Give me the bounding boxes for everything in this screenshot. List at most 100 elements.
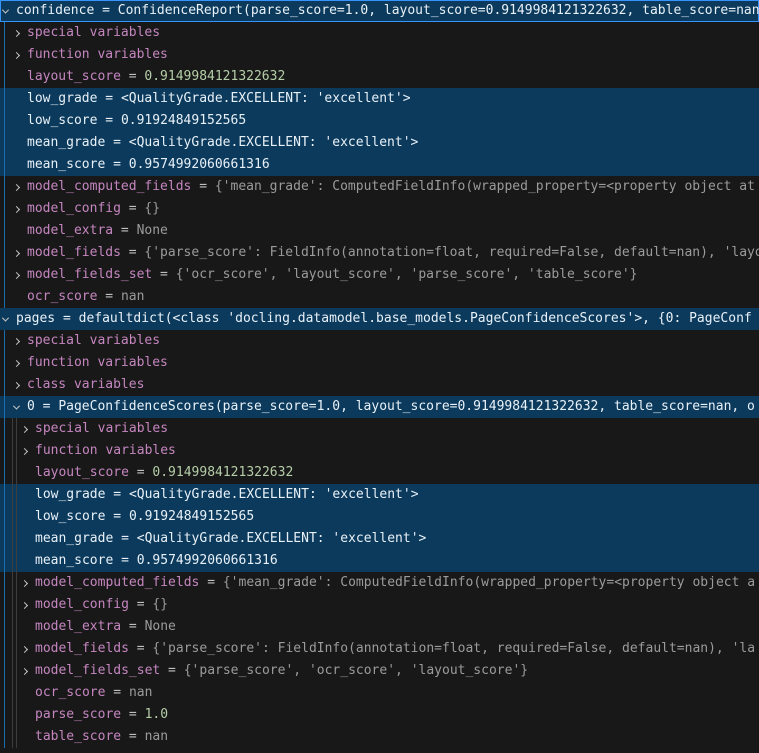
chevron-right-icon[interactable]: [19, 594, 35, 616]
indent-guide: [4, 528, 5, 550]
indent-guide: [16, 506, 17, 528]
variable-row-parse-score[interactable]: parse_score = 1.0: [0, 704, 759, 726]
variable-row-pages[interactable]: pages = defaultdict(<class 'docling.data…: [0, 308, 759, 330]
indent-spacer: [0, 165, 11, 166]
variable-row-low-score[interactable]: low_score = 0.91924849152565: [0, 110, 759, 132]
equals-sign: =: [105, 682, 128, 704]
chevron-down-icon[interactable]: [11, 396, 27, 418]
variable-name: pages: [16, 308, 55, 330]
indent-guide: [12, 594, 13, 616]
indent-spacer: [0, 143, 11, 144]
indent-guide: [4, 572, 5, 594]
variable-name: mean_score: [27, 154, 105, 176]
variable-value: nan: [129, 682, 152, 704]
chevron-glyph: [13, 249, 20, 256]
variable-row-model-computed-fields[interactable]: model_computed_fields = {'mean_grade': C…: [0, 176, 759, 198]
indent-guide: [4, 88, 5, 110]
variable-row-ocr-score[interactable]: ocr_score = nan: [0, 682, 759, 704]
variable-row-low-grade[interactable]: low_grade = <QualityGrade.EXCELLENT: 'ex…: [0, 484, 759, 506]
chevron-right-icon[interactable]: [11, 198, 27, 220]
variable-row-special-variables[interactable]: special variables: [0, 418, 759, 440]
chevron-down-icon[interactable]: [0, 0, 16, 22]
chevron-glyph: [13, 402, 20, 409]
variable-row-function-variables[interactable]: function variables: [0, 440, 759, 462]
variable-row-function-variables[interactable]: function variables: [0, 352, 759, 374]
variable-name: table_score: [35, 726, 121, 748]
twistie-placeholder: [19, 682, 35, 704]
variable-name: low_grade: [35, 484, 105, 506]
variable-row-model-fields[interactable]: model_fields = {'parse_score': FieldInfo…: [0, 638, 759, 660]
indent-guide: [16, 484, 17, 506]
indent-guide: [4, 440, 5, 462]
variable-value: PageConfidenceScores(parse_score=1.0, la…: [58, 396, 755, 418]
variable-row-layout-score[interactable]: layout_score = 0.9149984121322632: [0, 66, 759, 88]
variable-row-model-computed-fields[interactable]: model_computed_fields = {'mean_grade': C…: [0, 572, 759, 594]
variable-row-special-variables[interactable]: special variables: [0, 22, 759, 44]
indent-spacer: [0, 385, 11, 386]
indent-guide: [4, 616, 5, 638]
equals-sign: =: [160, 660, 183, 682]
indent-guide: [12, 726, 13, 748]
chevron-glyph: [2, 6, 9, 13]
chevron-right-icon[interactable]: [11, 352, 27, 374]
variable-row-model-extra[interactable]: model_extra = None: [0, 220, 759, 242]
variable-value: {}: [144, 198, 160, 220]
twistie-placeholder: [11, 286, 27, 308]
variable-row-confidence[interactable]: confidence = ConfidenceReport(parse_scor…: [0, 0, 759, 22]
variable-row-class-variables[interactable]: class variables: [0, 374, 759, 396]
variable-row-function-variables[interactable]: function variables: [0, 44, 759, 66]
variable-value: 0.91924849152565: [121, 110, 246, 132]
variable-row-low-grade[interactable]: low_grade = <QualityGrade.EXCELLENT: 'ex…: [0, 88, 759, 110]
equals-sign: =: [105, 484, 128, 506]
equals-sign: =: [113, 550, 136, 572]
chevron-right-icon[interactable]: [19, 418, 35, 440]
chevron-right-icon[interactable]: [11, 176, 27, 198]
variable-row-table-score[interactable]: table_score = nan: [0, 726, 759, 748]
variable-row-low-score[interactable]: low_score = 0.91924849152565: [0, 506, 759, 528]
variable-name: model_fields_set: [27, 264, 152, 286]
chevron-right-icon[interactable]: [19, 660, 35, 682]
indent-guide: [16, 572, 17, 594]
equals-sign: =: [35, 396, 58, 418]
chevron-right-icon[interactable]: [19, 440, 35, 462]
variable-value: 0.9574992060661316: [129, 154, 270, 176]
variable-row-layout-score[interactable]: layout_score = 0.9149984121322632: [0, 462, 759, 484]
variable-row-model-fields[interactable]: model_fields = {'parse_score': FieldInfo…: [0, 242, 759, 264]
indent-spacer: [0, 33, 11, 34]
indent-guide: [4, 462, 5, 484]
chevron-right-icon[interactable]: [11, 330, 27, 352]
variable-row-mean-score[interactable]: mean_score = 0.9574992060661316: [0, 550, 759, 572]
equals-sign: =: [129, 638, 152, 660]
variable-row-model-config[interactable]: model_config = {}: [0, 198, 759, 220]
variable-row-mean-grade[interactable]: mean_grade = <QualityGrade.EXCELLENT: 'e…: [0, 528, 759, 550]
indent-spacer: [0, 275, 11, 276]
indent-guide: [12, 462, 13, 484]
indent-guide: [16, 682, 17, 704]
chevron-right-icon[interactable]: [11, 264, 27, 286]
variable-row-model-config[interactable]: model_config = {}: [0, 594, 759, 616]
variable-value: {'mean_grade': ComputedFieldInfo(wrapped…: [223, 572, 755, 594]
equals-sign: =: [105, 506, 128, 528]
variable-row-model-extra[interactable]: model_extra = None: [0, 616, 759, 638]
chevron-down-icon[interactable]: [0, 308, 16, 330]
chevron-glyph: [21, 601, 28, 608]
variable-row-special-variables[interactable]: special variables: [0, 330, 759, 352]
chevron-right-icon[interactable]: [11, 374, 27, 396]
variable-name: 0: [27, 396, 35, 418]
indent-guide: [4, 264, 5, 286]
variable-row-mean-grade[interactable]: mean_grade = <QualityGrade.EXCELLENT: 'e…: [0, 132, 759, 154]
indent-guide: [12, 550, 13, 572]
variable-row-mean-score[interactable]: mean_score = 0.9574992060661316: [0, 154, 759, 176]
chevron-glyph: [21, 447, 28, 454]
variable-value: 0.9574992060661316: [137, 550, 278, 572]
chevron-right-icon[interactable]: [11, 44, 27, 66]
variable-row-ocr-score[interactable]: ocr_score = nan: [0, 286, 759, 308]
chevron-right-icon[interactable]: [11, 242, 27, 264]
chevron-right-icon[interactable]: [11, 22, 27, 44]
indent-guide: [4, 220, 5, 242]
variable-row-model-fields-set[interactable]: model_fields_set = {'parse_score', 'ocr_…: [0, 660, 759, 682]
variable-row-0[interactable]: 0 = PageConfidenceScores(parse_score=1.0…: [0, 396, 759, 418]
chevron-right-icon[interactable]: [19, 638, 35, 660]
variable-row-model-fields-set[interactable]: model_fields_set = {'ocr_score', 'layout…: [0, 264, 759, 286]
chevron-right-icon[interactable]: [19, 572, 35, 594]
